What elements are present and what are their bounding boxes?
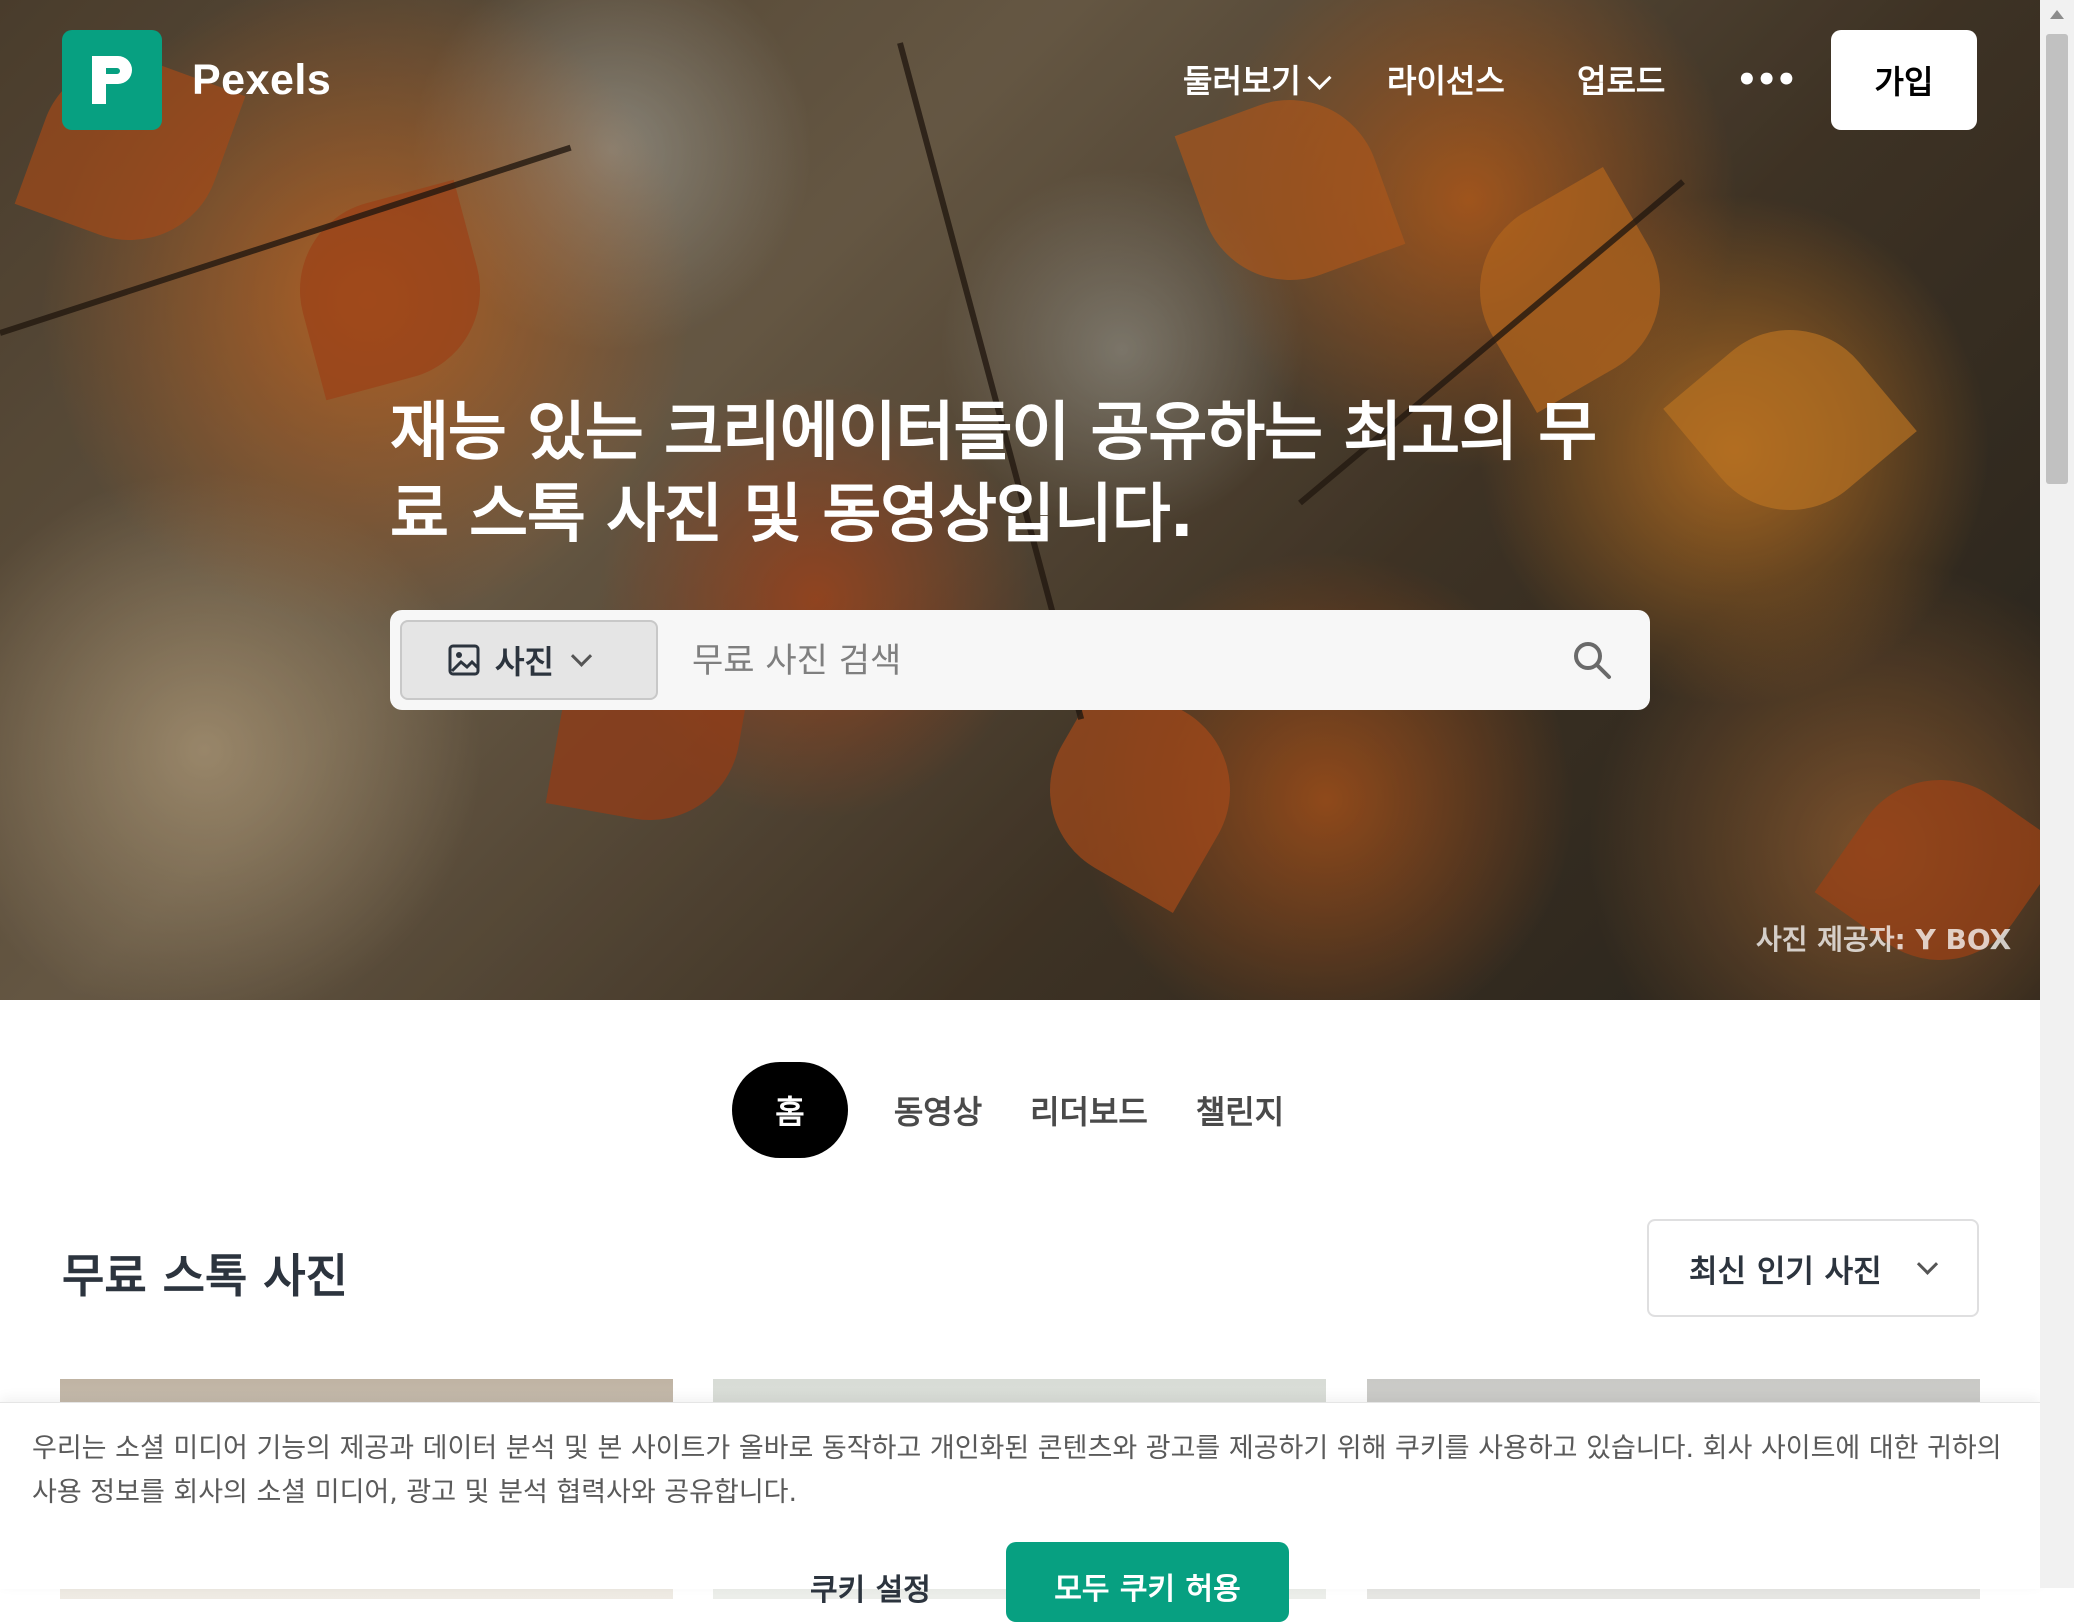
search-icon[interactable]: [1570, 638, 1614, 682]
chevron-down-icon: [1307, 65, 1332, 90]
cookie-settings-button[interactable]: 쿠키 설정: [810, 1565, 931, 1609]
nav-browse-label: 둘러보기: [1183, 62, 1301, 100]
nav-browse-dropdown[interactable]: 둘러보기: [1183, 56, 1332, 102]
more-options-icon[interactable]: •••: [1736, 60, 1797, 100]
cookie-banner: 우리는 소셜 미디어 기능의 제공과 데이터 분석 및 본 사이트가 올바로 동…: [0, 1402, 2040, 1622]
sort-select[interactable]: 최신 인기 사진: [1647, 1219, 1979, 1317]
accept-all-cookies-button[interactable]: 모두 쿠키 허용: [1006, 1542, 1289, 1622]
scroll-up-arrow-icon[interactable]: [2050, 10, 2064, 19]
tab-leaderboard[interactable]: 리더보드: [1024, 1062, 1154, 1158]
chevron-down-icon: [1916, 1253, 1938, 1275]
pexels-logo[interactable]: [62, 30, 162, 130]
page-scrollbar[interactable]: [2040, 0, 2074, 1588]
nav-license-link[interactable]: 라이선스: [1387, 56, 1505, 102]
tab-challenges[interactable]: 챌린지: [1190, 1062, 1290, 1158]
hero-banner: Pexels 둘러보기 라이선스 업로드 ••• 가입 재능 있는 크리에이터들…: [0, 0, 2040, 1000]
chevron-down-icon: [570, 645, 592, 667]
tab-videos[interactable]: 동영상: [888, 1062, 988, 1158]
cookie-message: 우리는 소셜 미디어 기능의 제공과 데이터 분석 및 본 사이트가 올바로 동…: [32, 1433, 2002, 1508]
section-title: 무료 스톡 사진: [62, 1249, 348, 1303]
image-icon: [448, 644, 480, 676]
search-input[interactable]: [690, 628, 1554, 694]
tab-home[interactable]: 홈: [732, 1062, 848, 1158]
pexels-logo-icon: [92, 56, 132, 104]
sort-label: 최신 인기 사진: [1689, 1253, 1882, 1290]
search-bar: 사진: [390, 610, 1650, 710]
scrollbar-thumb[interactable]: [2046, 34, 2068, 484]
search-type-select[interactable]: 사진: [400, 620, 658, 700]
nav-upload-link[interactable]: 업로드: [1577, 56, 1665, 102]
section-tabs: 홈 동영상 리더보드 챌린지: [0, 1062, 2040, 1158]
photo-credit-link[interactable]: 사진 제공자: Y BOX: [1756, 918, 2011, 958]
join-button[interactable]: 가입: [1831, 30, 1977, 130]
search-type-label: 사진: [495, 643, 554, 681]
brand-name[interactable]: Pexels: [192, 56, 331, 105]
hero-title: 재능 있는 크리에이터들이 공유하는 최고의 무료 스톡 사진 및 동영상입니다…: [390, 396, 1597, 552]
